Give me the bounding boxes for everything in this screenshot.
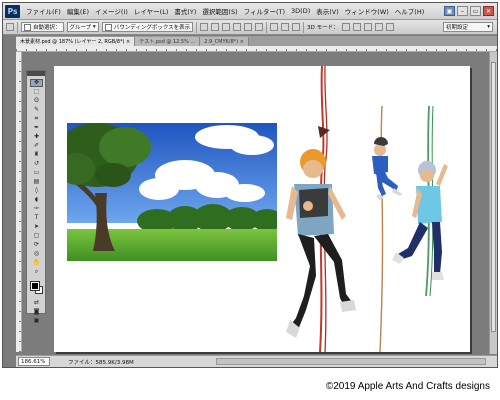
3d-pan-icon[interactable]	[363, 23, 372, 31]
copyright-notice: ©2019 Apple Arts And Crafts designs	[325, 381, 490, 392]
hand-tool-icon[interactable]: ✋	[30, 259, 43, 267]
menu-filter[interactable]: フィルター(T)	[241, 6, 288, 16]
distribute-icon[interactable]	[281, 23, 290, 31]
landscape-photo	[67, 123, 277, 261]
eyedropper-tool-icon[interactable]: ✒	[30, 124, 43, 132]
move-tool-preset-icon[interactable]	[6, 23, 14, 31]
checkbox-mark[interactable]	[104, 23, 112, 31]
tab-document-2[interactable]: テスト.psd @ 12.5% ...	[135, 37, 201, 46]
minimize-button[interactable]: –	[457, 6, 468, 16]
tab-document-3[interactable]: 2.9_CMYK/8*) ×	[200, 37, 249, 46]
stamp-tool-icon[interactable]: ♜	[30, 151, 43, 159]
climber-left	[286, 66, 356, 352]
menu-edit[interactable]: 編集(E)	[64, 6, 92, 16]
climber-middle	[372, 105, 402, 352]
align-right-icon[interactable]	[255, 23, 264, 31]
workspace-dropdown[interactable]: 初期設定 ▾	[443, 22, 493, 32]
3d-rotate-icon[interactable]	[341, 23, 350, 31]
crop-tool-icon[interactable]: ⌗	[30, 115, 43, 123]
horizontal-scrollbar[interactable]	[216, 358, 486, 365]
menu-help[interactable]: ヘルプ(H)	[392, 6, 427, 16]
window-controls: ▣ – ▭ ✕	[444, 6, 497, 16]
horizontal-ruler	[16, 46, 497, 52]
auto-select-label: 自動選択：	[33, 25, 61, 31]
divider	[266, 21, 268, 33]
close-button[interactable]: ✕	[483, 6, 494, 16]
foreground-color-swatch[interactable]	[30, 281, 40, 291]
menu-view[interactable]: 表示(V)	[313, 6, 342, 16]
marquee-tool-icon[interactable]: ⬚	[30, 88, 43, 96]
3d-camera-tool-icon[interactable]: ◎	[30, 250, 43, 258]
bounding-box-label: バウンディングボックスを表示	[113, 25, 191, 31]
tab-document-1[interactable]: 木景素材.psd @ 187% (レイヤー 2, RGB/8*) ×	[16, 37, 136, 46]
options-bar: 自動選択： グループ ▾ バウンディングボックスを表示 3D モード： 初期設定…	[3, 20, 497, 35]
workspace-value: 初期設定	[446, 25, 469, 31]
vertical-ruler	[16, 52, 22, 352]
pen-tool-icon[interactable]: ✑	[30, 205, 43, 213]
toolbox-header[interactable]	[27, 71, 45, 76]
menu-file[interactable]: ファイル(F)	[23, 6, 64, 16]
auto-select-value: グループ	[69, 25, 92, 31]
chevron-down-icon: ▾	[487, 24, 490, 30]
checkbox-mark[interactable]	[24, 23, 31, 31]
divider	[303, 21, 305, 33]
swap-colors-icon[interactable]: ⇄	[30, 299, 43, 307]
shape-tool-icon[interactable]: ▢	[30, 232, 43, 240]
align-top-icon[interactable]	[200, 23, 209, 31]
auto-select-checkbox[interactable]: 自動選択：	[21, 22, 64, 32]
3d-mode-label: 3D モード：	[307, 25, 339, 31]
path-select-tool-icon[interactable]: ➤	[30, 223, 43, 231]
divider	[17, 21, 18, 33]
dodge-tool-icon[interactable]: ◖	[30, 196, 43, 204]
menu-bar: Ps ファイル(F) 編集(E) イメージ(I) レイヤー(L) 書式(Y) 選…	[3, 3, 497, 20]
quick-select-tool-icon[interactable]: ✎	[30, 106, 43, 114]
align-center-icon[interactable]	[244, 23, 253, 31]
eraser-tool-icon[interactable]: ▭	[30, 169, 43, 177]
document-canvas[interactable]	[54, 66, 470, 352]
screen-mode-icon[interactable]: ▣	[30, 317, 43, 325]
distribute-icon[interactable]	[292, 23, 301, 31]
maximize-button[interactable]: ▭	[470, 6, 481, 16]
distribute-icon[interactable]	[270, 23, 279, 31]
history-brush-tool-icon[interactable]: ↺	[30, 160, 43, 168]
photoshop-window: Ps ファイル(F) 編集(E) イメージ(I) レイヤー(L) 書式(Y) 選…	[2, 2, 498, 368]
move-tool-icon[interactable]: ✥	[30, 79, 43, 87]
brush-tool-icon[interactable]: ✐	[30, 142, 43, 150]
healing-tool-icon[interactable]: ✚	[30, 133, 43, 141]
align-left-icon[interactable]	[233, 23, 242, 31]
align-bottom-icon[interactable]	[222, 23, 231, 31]
status-bar: 186.61% ファイル：585.9K/3.98M	[16, 355, 497, 367]
lasso-tool-icon[interactable]: ʘ	[30, 97, 43, 105]
menu-type[interactable]: 書式(Y)	[171, 6, 199, 16]
menu-window[interactable]: ウィンドウ(W)	[342, 6, 392, 16]
zoom-tool-icon[interactable]: ⌕	[30, 268, 43, 276]
auto-select-dropdown[interactable]: グループ ▾	[66, 22, 99, 32]
3d-rotate-tool-icon[interactable]: ⟳	[30, 241, 43, 249]
align-middle-icon[interactable]	[211, 23, 220, 31]
blur-tool-icon[interactable]: ◊	[30, 187, 43, 195]
photoshop-logo: Ps	[5, 4, 20, 18]
vertical-scrollbar[interactable]	[489, 52, 497, 354]
menu-3d[interactable]: 3D(D)	[288, 7, 313, 15]
quick-mask-icon[interactable]: ◙	[30, 308, 43, 316]
3d-scale-icon[interactable]	[385, 23, 394, 31]
zoom-level-field[interactable]: 186.61%	[18, 357, 50, 366]
type-tool-icon[interactable]: T	[30, 214, 43, 222]
divider	[196, 21, 198, 33]
menu-select[interactable]: 選択範囲(S)	[199, 6, 240, 16]
climber-right	[392, 105, 448, 297]
scrollbar-thumb[interactable]	[491, 62, 496, 332]
menu-image[interactable]: イメージ(I)	[92, 6, 131, 16]
3d-slide-icon[interactable]	[374, 23, 383, 31]
3d-roll-icon[interactable]	[352, 23, 361, 31]
bounding-box-checkbox[interactable]: バウンディングボックスを表示	[101, 22, 194, 32]
file-size-info: ファイル：585.9K/3.98M	[68, 359, 134, 366]
menu-layer[interactable]: レイヤー(L)	[131, 6, 172, 16]
climbers-cutout	[286, 66, 448, 352]
gradient-tool-icon[interactable]: ▤	[30, 178, 43, 186]
toolbox: ✥ ⬚ ʘ ✎ ⌗ ✒ ✚ ✐ ♜ ↺ ▭ ▤ ◊ ◖ ✑ T ➤ ▢ ⟳ ◎ ✋ ⌕ ⇄ ◙ ▣	[26, 70, 46, 324]
document-tabs: 木景素材.psd @ 187% (レイヤー 2, RGB/8*) × テスト.p…	[16, 36, 497, 46]
workspace-switch-icon[interactable]: ▣	[444, 6, 455, 16]
